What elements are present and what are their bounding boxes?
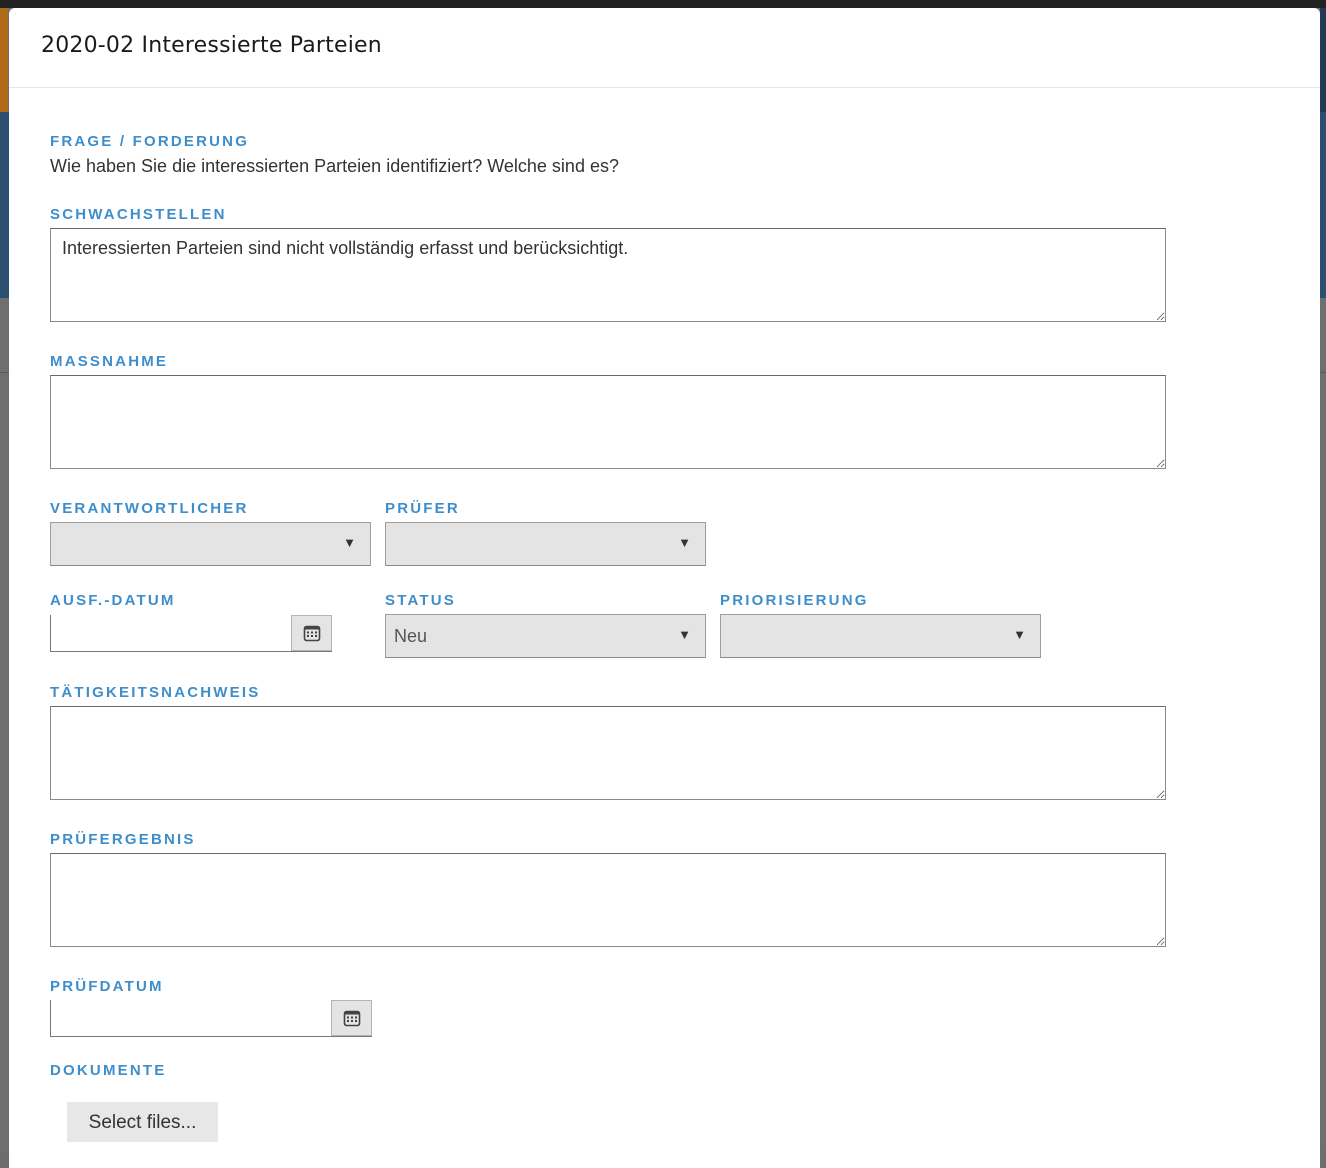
ausf-datum-label: AUSF.-DATUM (50, 592, 176, 609)
massnahme-label: MASSNAHME (50, 353, 169, 370)
triangle-down-icon: ▼ (1013, 627, 1026, 642)
schwachstellen-label: SCHWACHSTELLEN (50, 206, 227, 223)
priorisierung-select[interactable]: ▼ (720, 614, 1041, 658)
background-topbar (0, 0, 1326, 8)
background-header-edge (1320, 8, 1326, 112)
taetigkeitsnachweis-label: TÄTIGKEITSNACHWEIS (50, 684, 261, 701)
dialog-title: 2020-02 Interessierte Parteien (41, 33, 382, 58)
calendar-icon[interactable] (291, 615, 332, 651)
dokumente-label: DOKUMENTE (50, 1062, 167, 1079)
pruefdatum-picker (50, 1000, 372, 1037)
verantwortlicher-label: VERANTWORTLICHER (50, 500, 249, 517)
dialog-header: 2020-02 Interessierte Parteien (9, 8, 1320, 88)
schwachstellen-textarea[interactable]: Interessierten Parteien sind nicht volls… (50, 228, 1166, 322)
triangle-down-icon: ▼ (678, 627, 691, 642)
status-select[interactable]: Neu ▼ (385, 614, 706, 658)
pruefer-select[interactable]: ▼ (385, 522, 706, 566)
pruefdatum-input[interactable] (51, 1000, 333, 1037)
pruefergebnis-label: PRÜFERGEBNIS (50, 831, 196, 848)
triangle-down-icon: ▼ (343, 535, 356, 550)
massnahme-textarea[interactable] (50, 375, 1166, 469)
frage-label: FRAGE / FORDERUNG (50, 133, 250, 150)
pruefdatum-label: PRÜFDATUM (50, 978, 164, 995)
priorisierung-label: PRIORISIERUNG (720, 592, 869, 609)
status-label: STATUS (385, 592, 456, 609)
ausf-datum-picker (50, 615, 332, 652)
ausf-datum-input[interactable] (51, 615, 293, 652)
background-logo-strip (0, 8, 8, 112)
pruefer-label: PRÜFER (385, 500, 460, 517)
select-files-button[interactable]: Select files... (67, 1102, 218, 1142)
taetigkeitsnachweis-textarea[interactable] (50, 706, 1166, 800)
verantwortlicher-select[interactable]: ▼ (50, 522, 371, 566)
status-value: Neu (394, 626, 428, 646)
triangle-down-icon: ▼ (678, 535, 691, 550)
edit-measure-dialog: 2020-02 Interessierte Parteien FRAGE / F… (9, 8, 1320, 1168)
calendar-icon[interactable] (331, 1000, 372, 1036)
frage-text: Wie haben Sie die interessierten Parteie… (50, 156, 619, 176)
pruefergebnis-textarea[interactable] (50, 853, 1166, 947)
